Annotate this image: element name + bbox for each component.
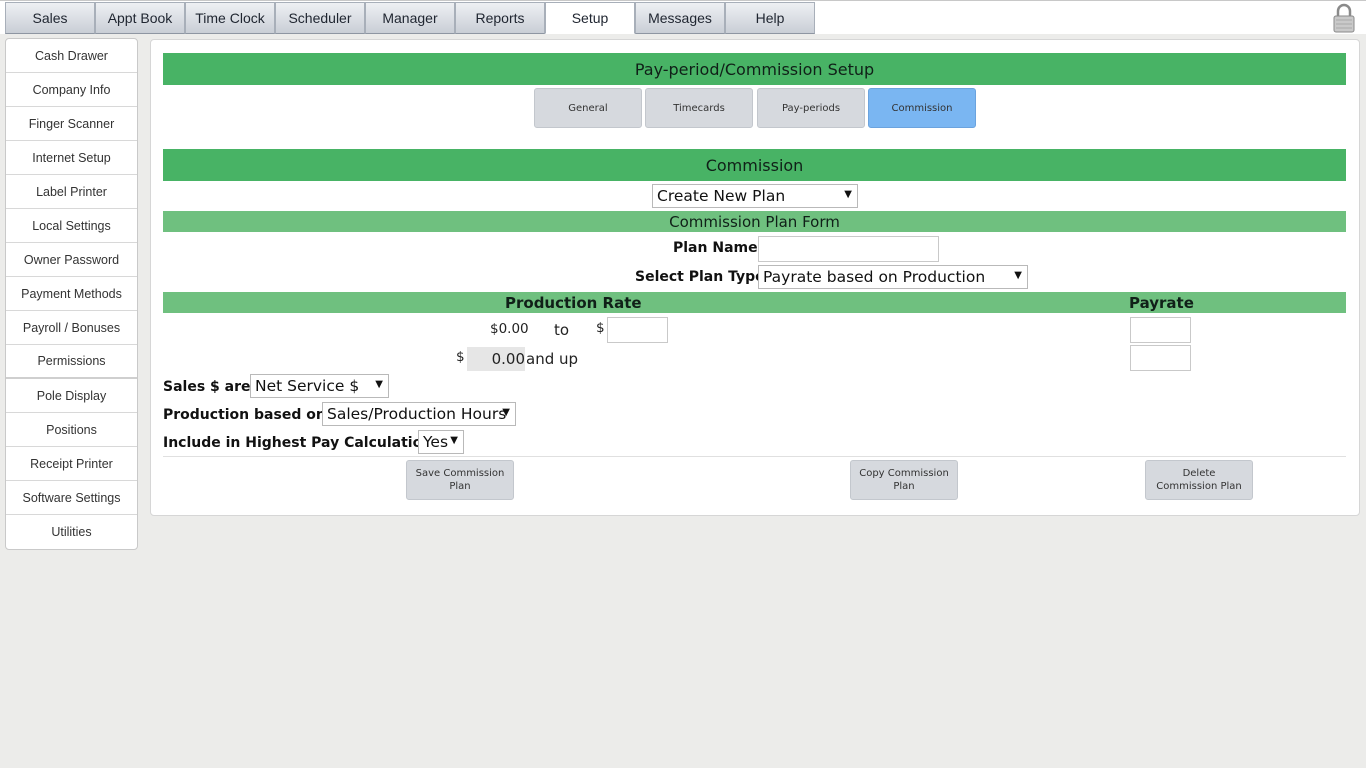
row1-to-input[interactable] [607,317,668,343]
chevron-down-icon: ▼ [375,379,383,390]
plan-name-label: Plan Name: [673,240,764,256]
tab-messages[interactable]: Messages [635,2,725,34]
chevron-down-icon: ▼ [450,435,458,446]
sidebar-item-positions[interactable]: Positions [6,413,137,447]
row1-to-label: to [554,321,570,339]
subtab-pay-periods[interactable]: Pay-periods [757,88,865,128]
row2-and-up-label: and up [526,350,579,368]
tab-scheduler[interactable]: Scheduler [275,2,365,34]
sidebar-item-pole-display[interactable]: Pole Display [6,379,137,413]
sidebar-item-cash-drawer[interactable]: Cash Drawer [6,39,137,73]
sidebar-item-software-settings[interactable]: Software Settings [6,481,137,515]
sidebar-item-owner-password[interactable]: Owner Password [6,243,137,277]
plan-select-value: Create New Plan [657,187,786,205]
sales-are-label: Sales $ are: [163,379,257,395]
page-title: Pay-period/Commission Setup [163,53,1346,85]
tab-appt-book[interactable]: Appt Book [95,2,185,34]
sidebar-item-internet-setup[interactable]: Internet Setup [6,141,137,175]
chevron-down-icon: ▼ [844,189,852,200]
form-title: Commission Plan Form [163,211,1346,232]
sales-are-select-value: Net Service $ [255,377,360,395]
setup-sidebar: Cash Drawer Company Info Finger Scanner … [5,38,138,550]
production-rate-header: Production Rate [505,293,642,312]
highest-pay-select[interactable]: Yes ▼ [418,430,464,454]
tab-manager[interactable]: Manager [365,2,455,34]
sales-are-select[interactable]: Net Service $ ▼ [250,374,389,398]
plan-name-input[interactable] [758,236,939,262]
sidebar-item-label-printer[interactable]: Label Printer [6,175,137,209]
plan-type-label: Select Plan Type: [635,269,771,285]
production-based-on-label: Production based on: [163,407,332,423]
sidebar-item-finger-scanner[interactable]: Finger Scanner [6,107,137,141]
row1-from-value: $0.00 [490,321,529,337]
divider [163,456,1346,457]
tab-reports[interactable]: Reports [455,2,545,34]
subtab-commission[interactable]: Commission [868,88,976,128]
top-navigation: Sales Appt Book Time Clock Scheduler Man… [0,0,1366,34]
highest-pay-label: Include in Highest Pay Calculation: [163,435,438,451]
plan-select[interactable]: Create New Plan ▼ [652,184,858,208]
plan-type-select[interactable]: Payrate based on Production ▼ [758,265,1028,289]
sidebar-item-payment-methods[interactable]: Payment Methods [6,277,137,311]
production-based-on-select[interactable]: Sales/Production Hours ▼ [322,402,516,426]
rate-table-header: Production Rate Payrate [163,292,1346,313]
row1-currency: $ [596,320,605,336]
tab-sales[interactable]: Sales [5,2,95,34]
subtab-timecards[interactable]: Timecards [645,88,753,128]
production-based-on-select-value: Sales/Production Hours [327,405,507,423]
sidebar-item-utilities[interactable]: Utilities [6,515,137,549]
copy-commission-plan-button[interactable]: Copy Commission Plan [850,460,958,500]
save-commission-plan-button[interactable]: Save Commission Plan [406,460,514,500]
sidebar-item-company-info[interactable]: Company Info [6,73,137,107]
subtab-general[interactable]: General [534,88,642,128]
delete-commission-plan-button[interactable]: Delete Commission Plan [1145,460,1253,500]
chevron-down-icon: ▼ [502,407,510,418]
sidebar-item-receipt-printer[interactable]: Receipt Printer [6,447,137,481]
main-panel: Pay-period/Commission Setup General Time… [150,39,1360,516]
tab-setup[interactable]: Setup [545,2,635,34]
sidebar-item-local-settings[interactable]: Local Settings [6,209,137,243]
row2-payrate-input[interactable] [1130,345,1191,371]
highest-pay-select-value: Yes [423,433,449,451]
sidebar-item-permissions[interactable]: Permissions [6,345,137,379]
row2-from-value: 0.00 [467,347,525,371]
tab-help[interactable]: Help [725,2,815,34]
chevron-down-icon: ▼ [1014,270,1022,281]
plan-type-select-value: Payrate based on Production [763,268,986,286]
row1-payrate-input[interactable] [1130,317,1191,343]
lock-icon[interactable] [1332,3,1356,33]
row2-currency: $ [456,349,465,365]
payrate-header: Payrate [1129,293,1194,312]
section-title: Commission [163,149,1346,181]
tab-time-clock[interactable]: Time Clock [185,2,275,34]
sidebar-item-payroll-bonuses[interactable]: Payroll / Bonuses [6,311,137,345]
